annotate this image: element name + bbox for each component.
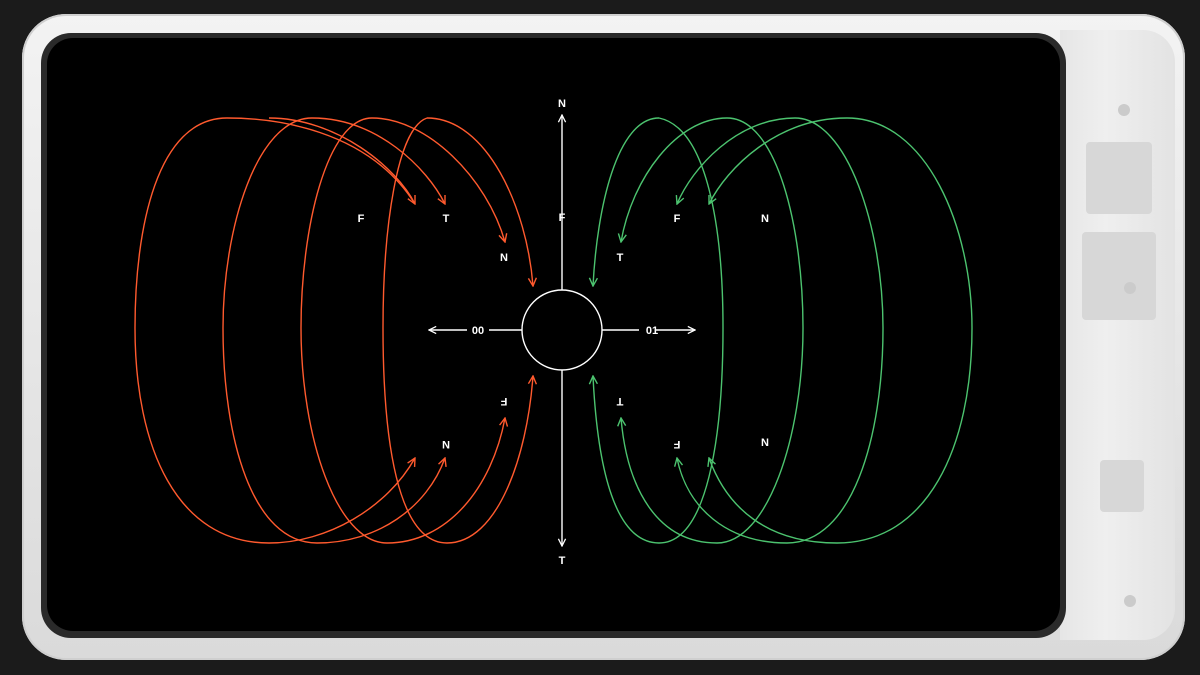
axis-label-bottom: T [559, 555, 566, 567]
right-label-upper-1: F [674, 213, 681, 225]
left-label-upper-2: T [443, 213, 450, 225]
right-field-line-4 [709, 117, 848, 204]
device-back-panel [1060, 30, 1175, 640]
back-module [1100, 460, 1144, 512]
axis-label-left-value: 00 [472, 325, 484, 337]
screen: N F T 00 01 F T N F N F N T T F N [47, 38, 1060, 631]
back-module [1082, 232, 1156, 320]
axis-label-top: N [558, 98, 566, 110]
right-label-upper-3: T [617, 252, 624, 264]
right-field-line-3 [677, 117, 796, 204]
right-label-lower-3: N [761, 437, 769, 449]
right-label-upper-2: N [761, 213, 769, 225]
back-screw-icon [1124, 595, 1136, 607]
right-label-lower-2: F [673, 438, 680, 450]
left-field-line-4 [426, 117, 533, 286]
left-label-lower-1: F [500, 395, 507, 407]
left-label-upper-1: F [358, 213, 365, 225]
left-field-line-3 [371, 117, 505, 242]
left-label-lower-2: N [442, 438, 450, 450]
left-labels: F T N F N [358, 213, 508, 450]
left-label-upper-3: N [500, 252, 508, 264]
magnetic-field-diagram: N F T 00 01 F T N F N F N T T F N [134, 98, 973, 567]
axis-labels: N F T 00 01 [472, 98, 658, 567]
axis-label-upper: F [559, 212, 566, 224]
right-labels: F N T T F N [616, 213, 769, 450]
back-screw-icon [1118, 104, 1130, 116]
back-module [1086, 142, 1152, 214]
left-field-line-outer [134, 117, 415, 544]
back-screw-icon [1124, 282, 1136, 294]
right-label-lower-1: T [616, 395, 623, 407]
left-field-line-2-body [222, 117, 445, 544]
right-field-line-1 [593, 117, 660, 286]
center-ring-icon [521, 289, 603, 371]
right-field-line-4-body [709, 117, 973, 544]
axis-label-right-value: 01 [646, 325, 658, 337]
